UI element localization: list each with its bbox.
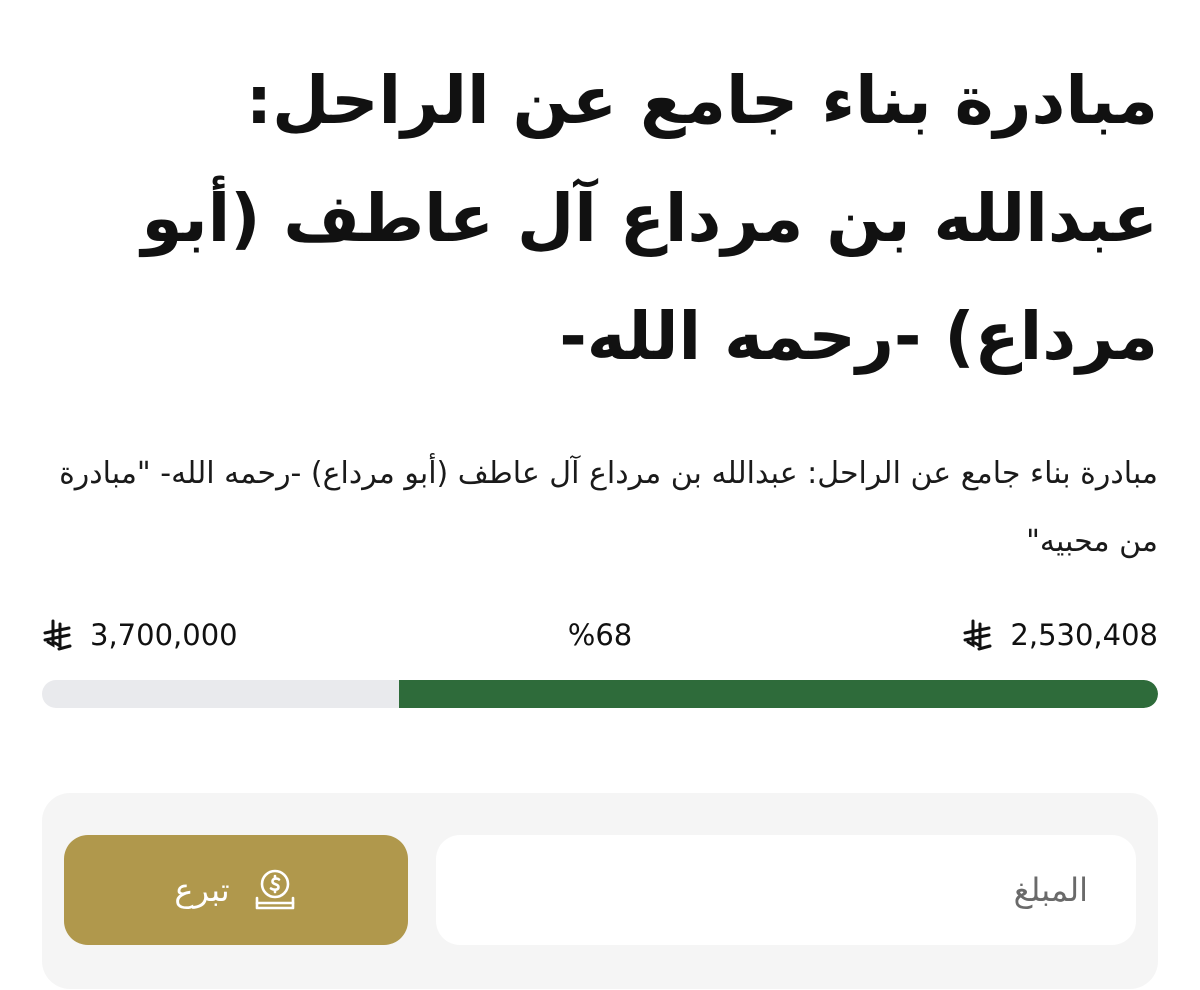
donate-button[interactable]: تبرع [64, 835, 408, 945]
progress-bar-fill [399, 680, 1158, 708]
donation-form: تبرع [42, 793, 1158, 989]
raised-value: 2,530,408 [1010, 618, 1158, 652]
progress-bar [42, 680, 1158, 708]
raised-amount: 2,530,408 [962, 618, 1158, 652]
progress-percent: %68 [567, 618, 633, 652]
page-title: مبادرة بناء جامع عن الراحل: عبدالله بن م… [141, 62, 1158, 375]
progress-stats: 2,530,408 %68 3,700,000 [42, 618, 1158, 666]
coin-hand-icon [252, 867, 298, 913]
saudi-riyal-icon [42, 618, 72, 652]
donate-button-label: تبرع [174, 871, 230, 909]
amount-input[interactable] [436, 835, 1136, 945]
saudi-riyal-icon [962, 618, 992, 652]
donation-page: مبادرة بناء جامع عن الراحل: عبدالله بن م… [0, 0, 1200, 990]
goal-amount: 3,700,000 [42, 618, 238, 652]
goal-value: 3,700,000 [90, 618, 238, 652]
initiative-description: مبادرة بناء جامع عن الراحل: عبدالله بن م… [59, 456, 1158, 559]
